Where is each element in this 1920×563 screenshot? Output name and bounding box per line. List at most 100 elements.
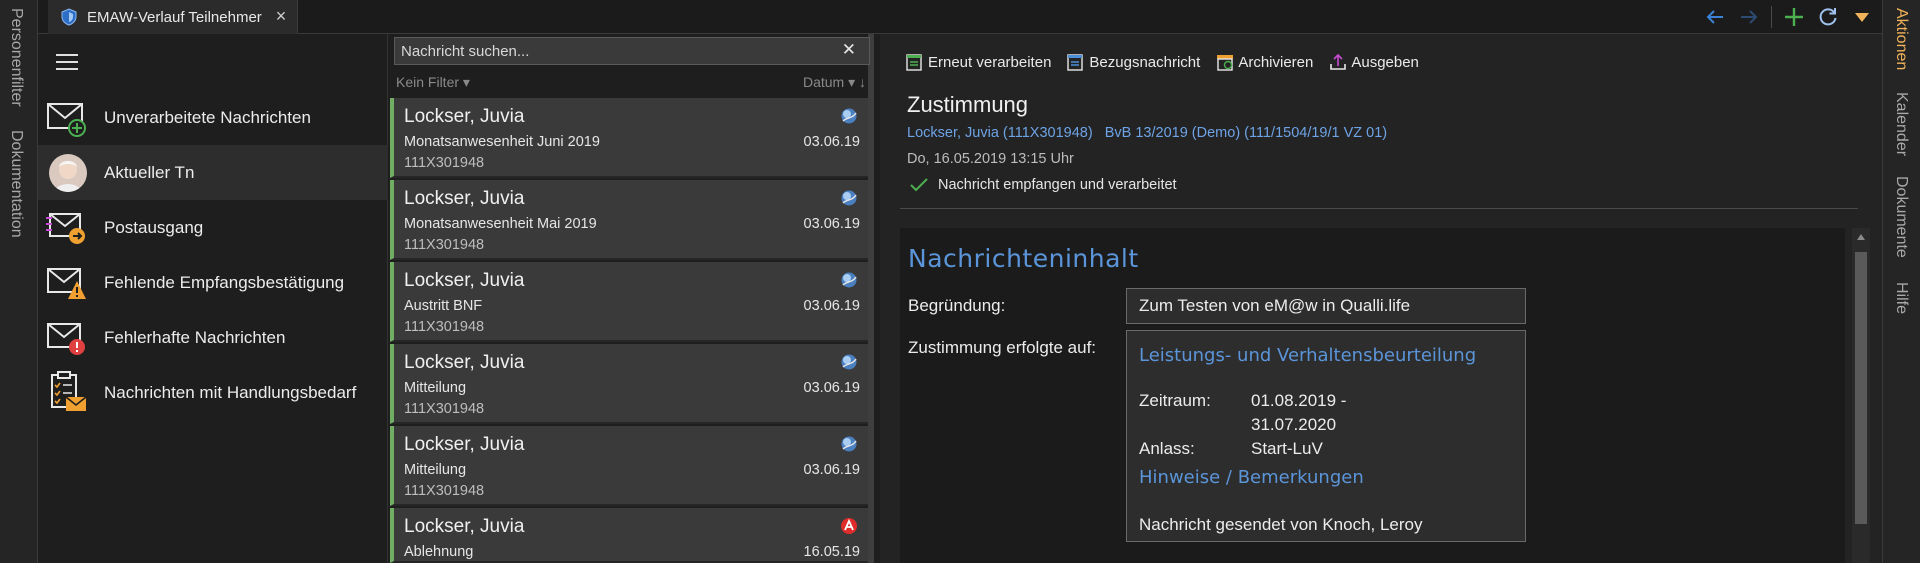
dropdown-triangle-icon[interactable] [1850, 5, 1874, 29]
message-sender: Lockser, Juvia [404, 434, 525, 455]
right-rail: Aktionen Kalender Dokumente Hilfe [1882, 0, 1920, 563]
sort-dropdown[interactable]: Datum ▾ ↓ [803, 74, 866, 91]
divider [900, 208, 1858, 209]
rail-tab-hilfe[interactable]: Hilfe [1892, 282, 1910, 314]
nav-item-unverarbeitete[interactable]: Unverarbeitete Nachrichten [38, 90, 388, 145]
envelope-error-icon [46, 316, 90, 360]
message-subject: Mitteilung [404, 380, 467, 396]
message-subject: Monatsanwesenheit Juni 2019 [404, 134, 600, 150]
list-item[interactable]: Lockser, Juvia Mitteilung 111X301948 03.… [390, 344, 868, 424]
list-item[interactable]: Lockser, Juvia Mitteilung 111X301948 03.… [390, 426, 868, 506]
hamburger-menu-icon[interactable] [56, 54, 78, 70]
message-date: 16.05.19 [803, 544, 860, 560]
nav-item-label: Unverarbeitete Nachrichten [104, 107, 311, 127]
arrow-right-icon[interactable] [1737, 5, 1761, 29]
message-subject: Monatsanwesenheit Mai 2019 [404, 216, 597, 232]
rail-tab-dokumente[interactable]: Dokumente [1892, 176, 1910, 258]
content-heading: Nachrichteninhalt [908, 244, 1139, 273]
rail-tab-personenfilter[interactable]: Personenfilter [7, 8, 25, 107]
list-item[interactable]: Lockser, Juvia Austritt BNF 111X301948 0… [390, 262, 868, 342]
message-detail-panel: Erneut verarbeiten Bezugsnachricht Archi… [880, 34, 1882, 563]
nav-item-label: Fehlerhafte Nachrichten [104, 327, 286, 347]
reason-label: Begründung: [908, 296, 1006, 315]
list-item[interactable]: Lockser, Juvia Monatsanwesenheit Juni 20… [390, 98, 868, 178]
plus-icon[interactable] [1782, 5, 1806, 29]
reprocess-label: Erneut verarbeiten [928, 53, 1052, 71]
message-context-links[interactable]: Lockser, Juvia (111X301948) BvB 13/2019 … [907, 125, 1387, 141]
reprocess-button[interactable]: Erneut verarbeiten [906, 53, 1051, 71]
arrow-left-icon[interactable] [1703, 5, 1727, 29]
message-date: 03.06.19 [803, 134, 860, 150]
content-scrollbar[interactable] [1852, 228, 1870, 563]
clear-search-icon[interactable]: ✕ [842, 40, 856, 60]
message-participant-id: 111X301948 [404, 401, 485, 417]
message-date: 03.06.19 [803, 216, 860, 232]
occasion-value: Start-LuV [1251, 439, 1323, 458]
consent-details-box: Leistungs- und Verhaltensbeurteilung Zei… [1126, 330, 1526, 542]
reason-value: Zum Testen von eM@w in Qualli.life [1126, 288, 1526, 324]
filter-bar: Kein Filter ▾ Datum ▾ ↓ [396, 74, 866, 94]
left-rail: Personenfilter Dokumentation [0, 0, 38, 563]
shield-icon [61, 8, 77, 26]
tab-emaw-verlauf[interactable]: EMAW-Verlauf Teilnehmer × [48, 0, 298, 34]
message-date: 03.06.19 [803, 380, 860, 396]
envelope-plus-icon [46, 96, 90, 140]
export-button[interactable]: Ausgeben [1329, 53, 1419, 71]
reference-label: Bezugsnachricht [1089, 53, 1201, 71]
nav-item-fehlende-empfangsbestaetigung[interactable]: Fehlende Empfangsbestätigung [38, 255, 388, 310]
export-label: Ausgeben [1351, 53, 1419, 71]
scrollbar-thumb[interactable] [1855, 252, 1867, 524]
list-item[interactable]: Lockser, Juvia Ablehnung 16.05.19 [390, 508, 868, 563]
avatar [46, 151, 90, 195]
nav-item-fehlerhafte-nachrichten[interactable]: Fehlerhafte Nachrichten [38, 310, 388, 365]
period-value-end: 31.07.2020 [1251, 415, 1337, 434]
list-item[interactable]: Lockser, Juvia Monatsanwesenheit Mai 201… [390, 180, 868, 260]
rail-tab-kalender[interactable]: Kalender [1892, 92, 1910, 156]
message-content: Nachrichteninhalt Begründung: Zum Testen… [900, 228, 1845, 563]
checkmark-icon [910, 178, 928, 192]
message-participant-id: 111X301948 [404, 237, 485, 253]
archive-button[interactable]: Archivieren [1216, 53, 1313, 71]
globe-icon [841, 354, 857, 370]
message-participant-id: 111X301948 [404, 483, 485, 499]
clipboard-envelope-icon [46, 370, 90, 415]
status-text: Nachricht empfangen und verarbeitet [938, 177, 1177, 193]
nav-item-handlungsbedarf[interactable]: Nachrichten mit Handlungsbedarf [38, 365, 388, 420]
message-participant-id: 111X301948 [404, 155, 485, 171]
nav-panel: Unverarbeitete Nachrichten Aktueller Tn [38, 34, 388, 563]
tab-bar-actions [1703, 5, 1874, 29]
reference-message-button[interactable]: Bezugsnachricht [1067, 53, 1200, 71]
period-value-start: 01.08.2019 - [1251, 391, 1347, 410]
search-input[interactable]: Nachricht suchen... [394, 37, 870, 65]
message-subject: Mitteilung [404, 462, 467, 478]
rail-tab-dokumentation[interactable]: Dokumentation [7, 130, 25, 238]
message-datetime: Do, 16.05.2019 13:15 Uhr [907, 151, 1074, 167]
refresh-icon[interactable] [1816, 5, 1840, 29]
nav-item-label: Nachrichten mit Handlungsbedarf [104, 382, 357, 402]
nav-item-label: Postausgang [104, 217, 204, 237]
message-date: 03.06.19 [803, 298, 860, 314]
nav-item-label: Aktueller Tn [104, 162, 195, 182]
message-subject: Austritt BNF [404, 298, 483, 314]
archive-icon [1217, 55, 1234, 71]
globe-icon [841, 190, 857, 206]
message-subject: Ablehnung [404, 544, 474, 560]
app-window: Personenfilter Dokumentation EMAW-Verlau… [0, 0, 1920, 563]
scroll-up-icon[interactable] [1857, 234, 1865, 240]
nav-item-postausgang[interactable]: Postausgang [38, 200, 388, 255]
upload-icon [1330, 53, 1347, 70]
message-sender: Lockser, Juvia [404, 270, 525, 291]
envelope-warning-icon [46, 261, 90, 305]
message-sender: Lockser, Juvia [404, 188, 525, 209]
nav-item-aktueller-tn[interactable]: Aktueller Tn [38, 145, 388, 200]
period-label: Zeitraum: [1139, 391, 1211, 410]
rail-tab-aktionen[interactable]: Aktionen [1892, 8, 1910, 70]
close-icon[interactable]: × [273, 7, 289, 25]
message-status: Nachricht empfangen und verarbeitet [910, 177, 1177, 193]
archive-label: Archivieren [1238, 53, 1314, 71]
message-title: Zustimmung [907, 92, 1029, 117]
toolbar-divider [1771, 6, 1772, 28]
message-sender: Lockser, Juvia [404, 516, 525, 537]
agency-logo-icon [841, 518, 857, 534]
filter-dropdown[interactable]: Kein Filter ▾ [396, 74, 470, 90]
